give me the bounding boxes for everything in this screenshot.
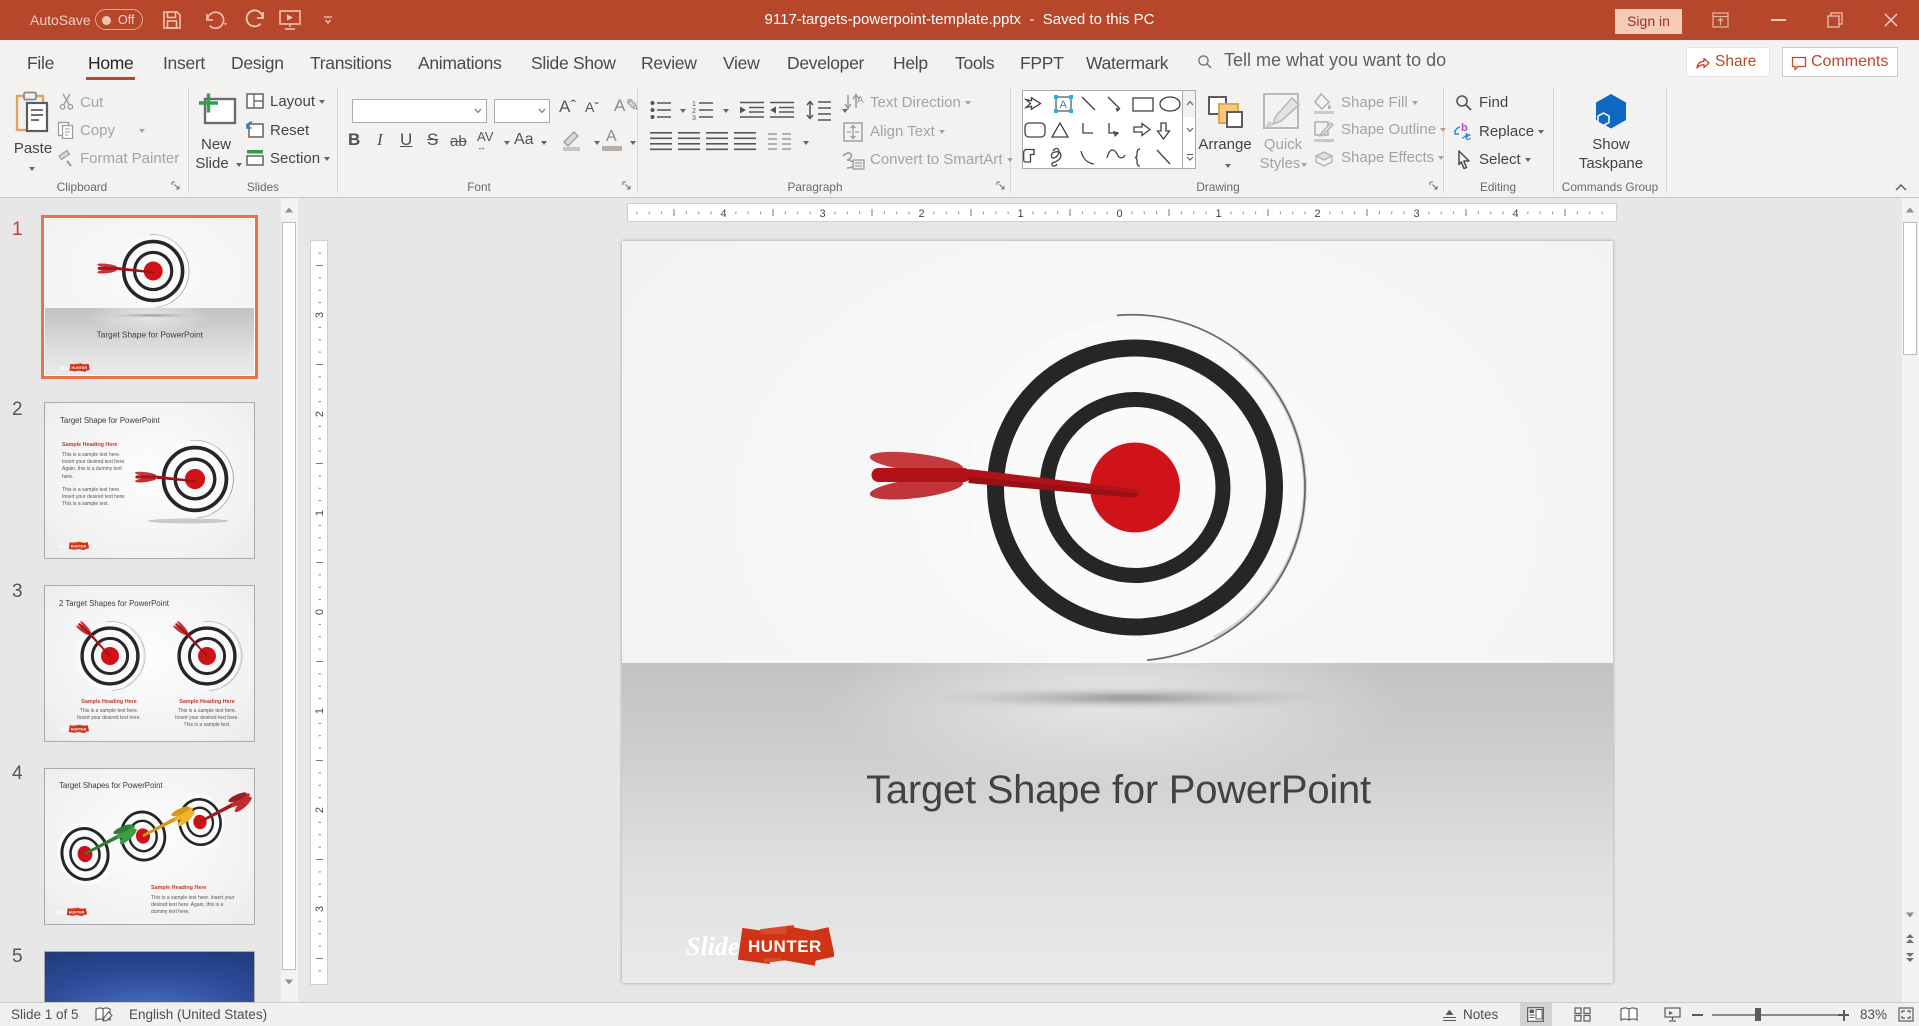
svg-text:HUNTER: HUNTER xyxy=(69,910,85,914)
svg-text:Slide: Slide xyxy=(686,932,739,961)
svg-text:A: A xyxy=(857,95,864,106)
svg-text:3: 3 xyxy=(819,208,825,220)
svg-text:3: 3 xyxy=(692,115,696,120)
svg-text:HUNTER: HUNTER xyxy=(72,366,88,370)
svg-text:A: A xyxy=(1060,99,1068,111)
svg-text:2: 2 xyxy=(1314,208,1320,220)
svg-text:1: 1 xyxy=(692,101,696,108)
svg-text:0: 0 xyxy=(1116,208,1122,220)
svg-text:HUNTER: HUNTER xyxy=(71,544,87,548)
svg-text:1: 1 xyxy=(314,510,326,516)
svg-text:2: 2 xyxy=(314,807,326,813)
svg-text:0: 0 xyxy=(314,609,326,615)
svg-text:3: 3 xyxy=(314,906,326,912)
svg-text:Slide: Slide xyxy=(58,544,70,550)
svg-text:3: 3 xyxy=(314,312,326,318)
svg-text:1: 1 xyxy=(1215,208,1221,220)
svg-text:3: 3 xyxy=(1413,208,1419,220)
svg-text:2: 2 xyxy=(692,108,696,115)
svg-text:2: 2 xyxy=(314,411,326,417)
svg-text:Slide: Slide xyxy=(58,366,70,372)
svg-text:Slide: Slide xyxy=(58,727,70,733)
svg-text:HUNTER: HUNTER xyxy=(748,937,822,956)
svg-text:1: 1 xyxy=(314,708,326,714)
svg-text:1: 1 xyxy=(1017,208,1023,220)
svg-text:Slide: Slide xyxy=(56,910,68,916)
svg-text:2: 2 xyxy=(918,208,924,220)
svg-text:HUNTER: HUNTER xyxy=(71,727,87,731)
svg-text:4: 4 xyxy=(1512,208,1518,220)
svg-text:4: 4 xyxy=(720,208,726,220)
